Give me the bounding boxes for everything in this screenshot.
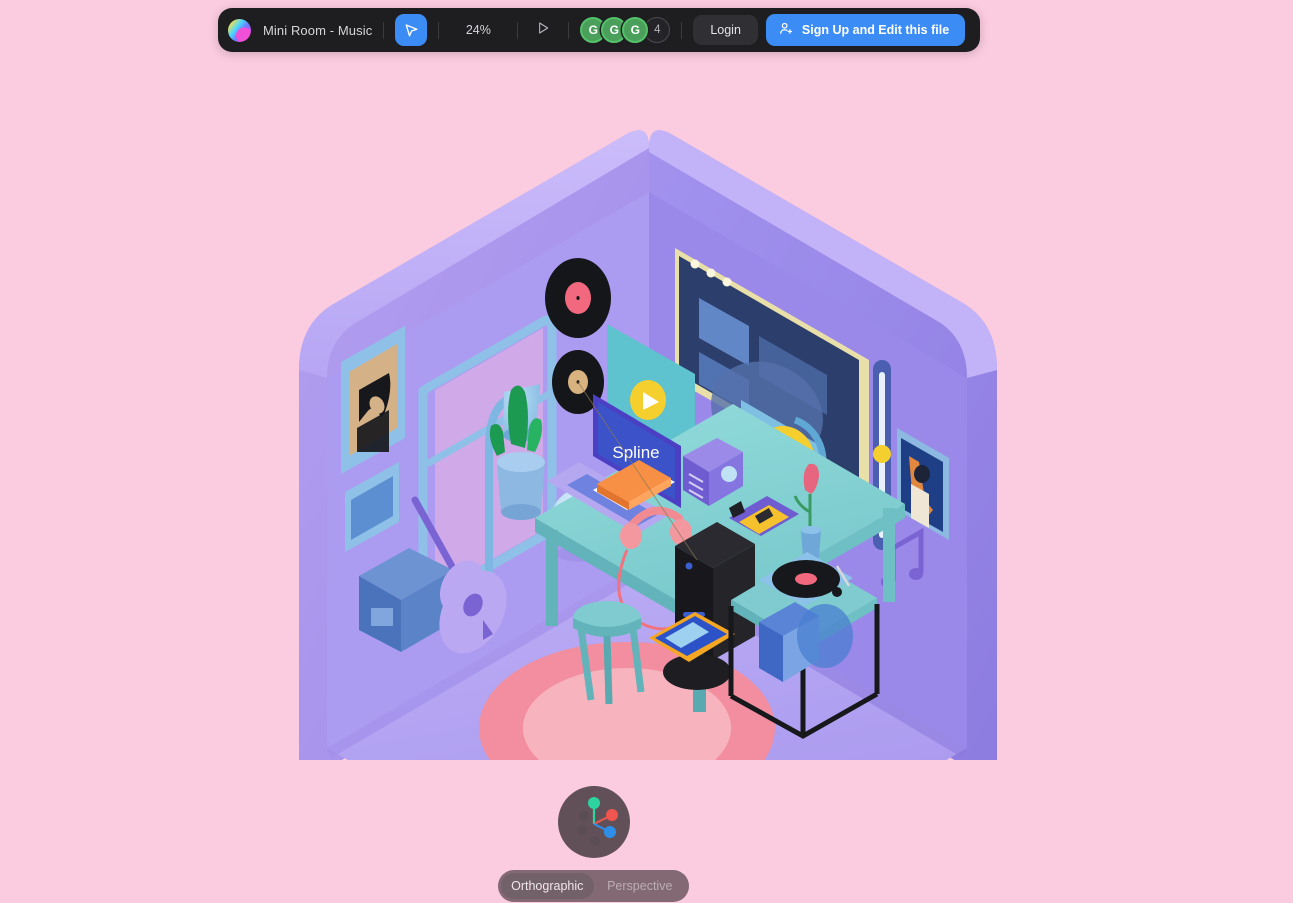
- zoom-level-value[interactable]: 24%: [450, 23, 506, 37]
- select-tool-button[interactable]: [395, 14, 428, 46]
- gizmo-x-dot: [606, 809, 618, 821]
- spline-logo-icon[interactable]: [228, 18, 251, 42]
- cursor-arrow-icon: [403, 22, 420, 39]
- camera-option-perspective[interactable]: Perspective: [594, 873, 687, 899]
- signup-button-label: Sign Up and Edit this file: [801, 23, 950, 37]
- user-plus-icon: [779, 21, 794, 39]
- toolbar-divider: [438, 21, 440, 39]
- gizmo-neg-x-dot: [579, 811, 589, 821]
- avatar[interactable]: G: [622, 17, 649, 43]
- gizmo-neg-y-dot: [590, 836, 600, 846]
- play-button[interactable]: [529, 16, 557, 44]
- toolbar-divider: [383, 21, 385, 39]
- camera-option-orthographic[interactable]: Orthographic: [501, 873, 594, 899]
- camera-projection-toggle: Orthographic Perspective: [498, 870, 689, 902]
- view-axis-gizmo[interactable]: [558, 786, 630, 858]
- avatar-overflow-count[interactable]: 4: [644, 17, 671, 43]
- signup-button[interactable]: Sign Up and Edit this file: [765, 14, 966, 46]
- collaborator-avatars: G G G 4: [580, 17, 671, 43]
- gizmo-y-dot: [588, 797, 600, 809]
- room-render: Spline: [298, 130, 997, 760]
- app-root: Mini Room - Music 24% G G G 4 Login Sign…: [0, 0, 1293, 903]
- document-title: Mini Room - Music: [263, 22, 373, 38]
- vinyl-record-red: [544, 258, 611, 338]
- toolbar-divider: [681, 21, 683, 39]
- viewport-3d-scene[interactable]: Spline: [0, 60, 1293, 760]
- login-button[interactable]: Login: [693, 15, 758, 45]
- play-triangle-icon: [535, 20, 551, 41]
- top-toolbar: Mini Room - Music 24% G G G 4 Login Sign…: [218, 8, 980, 52]
- toolbar-divider: [568, 21, 570, 39]
- laptop-screen-text: Spline: [612, 443, 659, 462]
- gizmo-z-dot: [604, 826, 616, 838]
- toolbar-divider: [517, 21, 519, 39]
- gizmo-neg-z-dot: [577, 825, 587, 835]
